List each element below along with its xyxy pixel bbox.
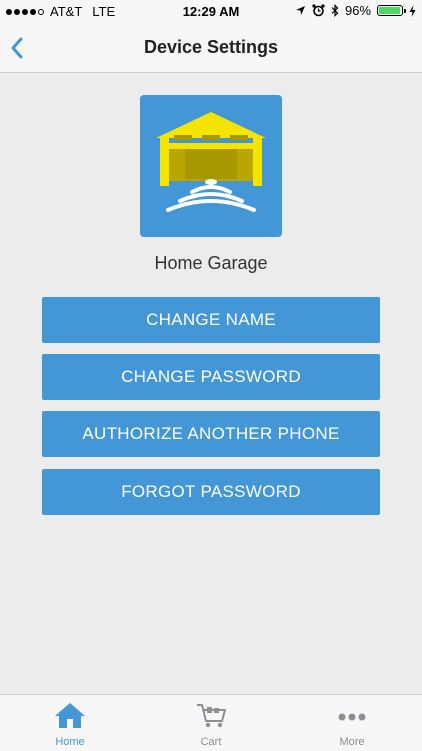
battery-icon (377, 5, 406, 16)
cart-icon (197, 704, 226, 728)
authorize-another-phone-button[interactable]: AUTHORIZE ANOTHER PHONE (42, 411, 380, 457)
navigation-bar: Device Settings (0, 24, 422, 73)
device-name: Home Garage (154, 253, 268, 273)
chevron-left-icon (11, 37, 23, 59)
tab-home-label: Home (55, 736, 85, 748)
status-bar: AT&T LTE 12:29 AM 96% (0, 0, 422, 24)
device-image (140, 95, 282, 237)
bluetooth-icon (331, 4, 339, 17)
tab-bar: Home Cart More (0, 694, 422, 751)
charging-icon (409, 4, 416, 17)
change-password-button[interactable]: CHANGE PASSWORD (42, 354, 380, 400)
home-icon (55, 703, 85, 728)
back-button[interactable] (6, 34, 32, 62)
status-right: 96% (295, 3, 416, 18)
garage-wifi-icon (156, 112, 266, 212)
alarm-icon (312, 4, 325, 17)
forgot-password-button[interactable]: FORGOT PASSWORD (42, 469, 380, 515)
tab-cart-label: Cart (200, 736, 222, 748)
tab-cart[interactable]: Cart (141, 695, 281, 751)
battery-percent: 96% (344, 3, 371, 18)
more-icon (338, 713, 366, 721)
tab-home[interactable]: Home (0, 695, 140, 751)
location-icon (295, 6, 305, 15)
tab-more-label: More (339, 736, 365, 748)
change-name-button[interactable]: CHANGE NAME (42, 297, 380, 343)
page-title: Device Settings (143, 37, 279, 57)
tab-more[interactable]: More (282, 695, 422, 751)
battery-fill (379, 7, 401, 14)
